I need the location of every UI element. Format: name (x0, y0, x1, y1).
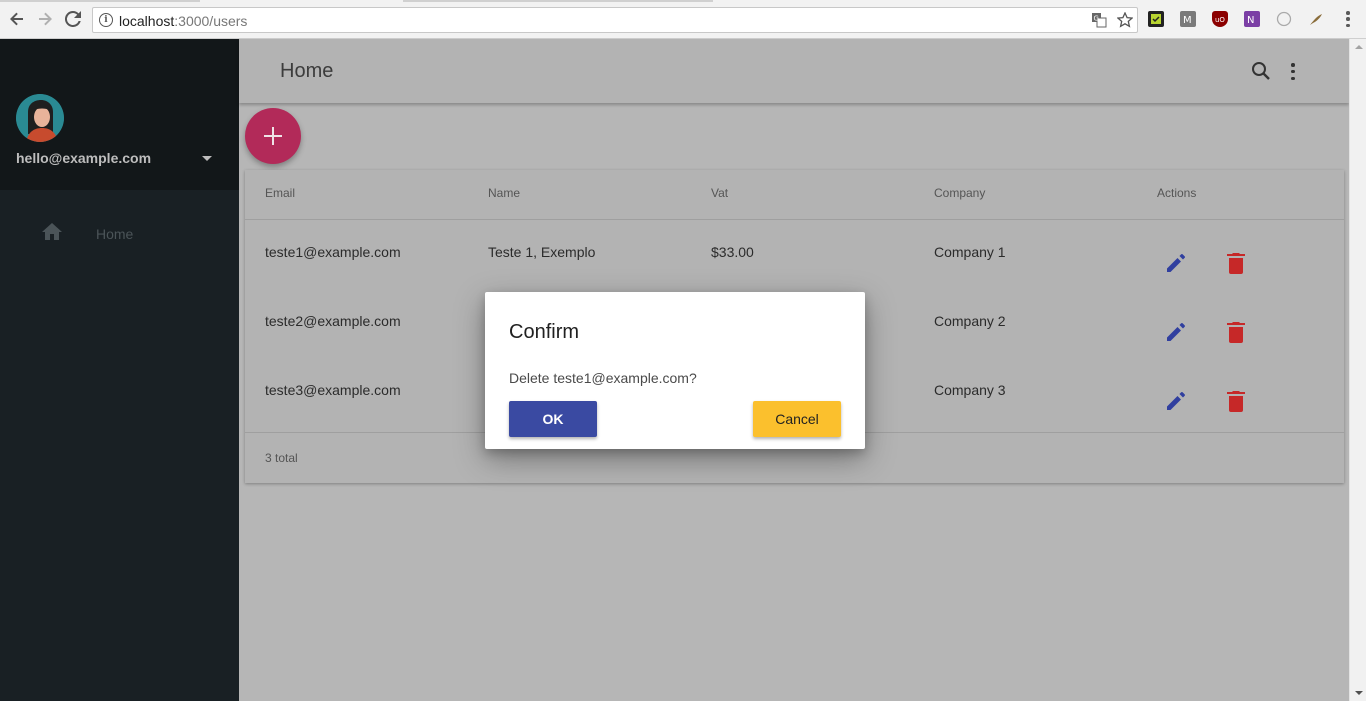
user-email: hello@example.com (16, 150, 152, 166)
column-header-email[interactable]: Email (265, 186, 295, 200)
divider (245, 219, 1344, 220)
column-header-actions: Actions (1157, 186, 1197, 200)
add-user-button[interactable] (245, 108, 301, 164)
sidebar-item-label: Home (96, 226, 134, 242)
dialog-title: Confirm (509, 321, 580, 343)
extension-check-icon[interactable] (1148, 11, 1164, 27)
total-count: 3 total (265, 451, 298, 465)
translate-icon[interactable]: G (1091, 12, 1107, 28)
extension-circle-icon[interactable] (1276, 11, 1292, 27)
bookmark-star-icon[interactable] (1116, 11, 1134, 28)
svg-text:G: G (1094, 15, 1099, 23)
extension-feather-icon[interactable] (1308, 11, 1324, 27)
back-icon[interactable] (6, 8, 28, 30)
browser-menu-icon[interactable] (1346, 11, 1350, 27)
cell-name: Teste 1, Exemplo (488, 244, 596, 260)
app-bar: Home (239, 39, 1349, 103)
url-text: localhost:3000/users (119, 13, 248, 29)
column-header-company[interactable]: Company (934, 186, 985, 200)
address-bar[interactable]: i localhost:3000/users G (92, 7, 1138, 33)
page-title: Home (280, 60, 334, 82)
edit-icon[interactable] (1165, 390, 1187, 412)
reload-icon[interactable] (62, 8, 84, 30)
delete-icon[interactable] (1227, 252, 1245, 274)
delete-icon[interactable] (1227, 321, 1245, 343)
svg-text:M: M (1183, 15, 1192, 26)
dialog-message: Delete teste1@example.com? (509, 370, 697, 386)
browser-toolbar: i localhost:3000/users G M uO N (0, 0, 1366, 39)
scroll-up-icon[interactable] (1355, 45, 1363, 49)
extension-m-icon[interactable]: M (1180, 11, 1196, 27)
cell-vat: $33.00 (711, 244, 754, 260)
cell-company: Company 1 (934, 244, 1006, 260)
sidebar: hello@example.com Home (0, 39, 239, 701)
avatar (16, 94, 64, 142)
confirm-dialog: Confirm Delete teste1@example.com? OK Ca… (485, 292, 865, 449)
svg-text:uO: uO (1215, 16, 1225, 24)
edit-icon[interactable] (1165, 252, 1187, 274)
column-header-name[interactable]: Name (488, 186, 520, 200)
cell-email: teste2@example.com (265, 313, 401, 329)
onenote-icon[interactable]: N (1244, 11, 1260, 27)
cell-company: Company 3 (934, 382, 1006, 398)
more-vert-icon[interactable] (1291, 63, 1295, 80)
forward-icon[interactable] (34, 8, 56, 30)
site-info-icon[interactable]: i (99, 13, 113, 27)
column-header-vat[interactable]: Vat (711, 186, 728, 200)
home-icon (42, 223, 62, 241)
tab-edge (0, 0, 200, 2)
tab-edge (403, 0, 713, 2)
cancel-button[interactable]: Cancel (753, 401, 841, 437)
table-row: teste1@example.com Teste 1, Exemplo $33.… (245, 228, 1344, 297)
delete-icon[interactable] (1227, 390, 1245, 412)
edit-icon[interactable] (1165, 321, 1187, 343)
search-icon[interactable] (1251, 61, 1271, 81)
sidebar-header: hello@example.com (0, 39, 239, 190)
cell-company: Company 2 (934, 313, 1006, 329)
ok-button[interactable]: OK (509, 401, 597, 437)
plus-icon (264, 127, 282, 145)
scroll-down-icon[interactable] (1355, 691, 1363, 695)
cell-email: teste1@example.com (265, 244, 401, 260)
page-scrollbar[interactable] (1349, 39, 1366, 701)
ublock-icon[interactable]: uO (1212, 11, 1228, 27)
account-dropdown-icon[interactable] (202, 156, 212, 161)
sidebar-item-home[interactable]: Home (0, 213, 239, 253)
cell-email: teste3@example.com (265, 382, 401, 398)
tab-strip (0, 0, 1366, 3)
svg-text:N: N (1247, 15, 1254, 26)
